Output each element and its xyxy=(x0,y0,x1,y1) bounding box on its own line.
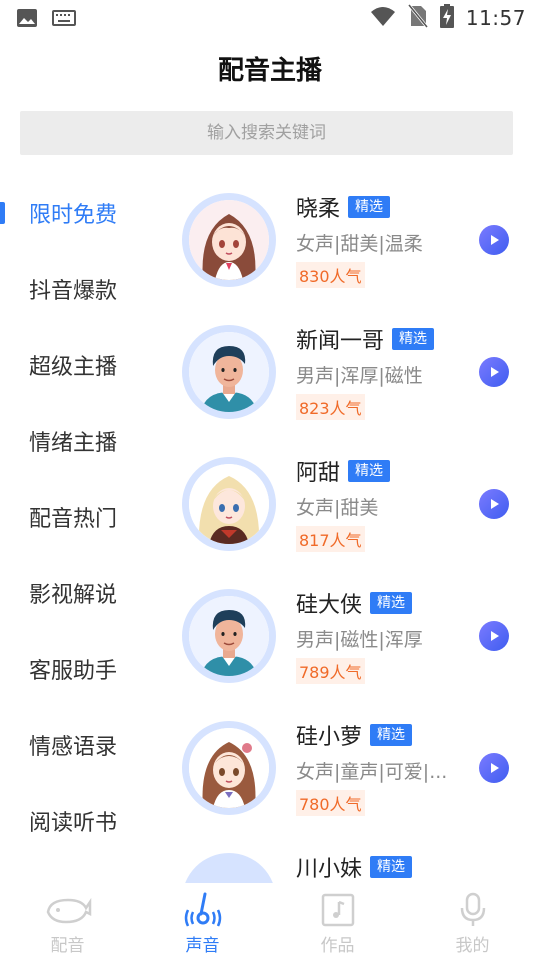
popularity-badge: 780人气 xyxy=(296,790,365,816)
sound-wave-icon xyxy=(183,891,223,929)
popularity-badge: 789人气 xyxy=(296,658,365,684)
battery-charging-icon xyxy=(439,4,454,32)
anchor-name: 晓柔 xyxy=(296,197,341,222)
sidebar-item-emotion-anchor[interactable]: 情绪主播 xyxy=(0,403,170,479)
featured-badge: 精选 xyxy=(370,856,413,878)
featured-badge: 精选 xyxy=(348,196,391,218)
anime-girl-blonde-avatar xyxy=(189,464,269,544)
sidebar-item-label: 限时免费 xyxy=(29,203,118,228)
sidebar-item-limited-free[interactable]: 限时免费 xyxy=(0,175,170,251)
play-icon xyxy=(491,235,499,245)
status-bar: 11:57 xyxy=(0,0,540,36)
tab-dubbing[interactable]: 配音 xyxy=(0,883,135,960)
popularity-badge: 823人气 xyxy=(296,394,365,420)
tab-label: 声音 xyxy=(185,936,220,956)
anchor-name: 硅小萝 xyxy=(296,725,363,750)
play-icon xyxy=(491,631,499,641)
anchor-voice-tags: 男声|磁性|浑厚 xyxy=(296,629,423,651)
avatar[interactable] xyxy=(182,325,276,419)
sidebar-item-douyin-hits[interactable]: 抖音爆款 xyxy=(0,251,170,327)
avatar[interactable] xyxy=(182,457,276,551)
tab-voice[interactable]: 声音 xyxy=(135,883,270,960)
sidebar-item-label: 配音热门 xyxy=(29,507,118,532)
avatar[interactable] xyxy=(182,721,276,815)
popularity-badge: 830人气 xyxy=(296,262,365,288)
avatar[interactable] xyxy=(182,193,276,287)
sidebar-item-dubbing-hot[interactable]: 配音热门 xyxy=(0,479,170,555)
play-button[interactable] xyxy=(479,357,509,387)
list-item[interactable]: 晓柔 精选 女声|甜美|温柔 830人气 xyxy=(170,175,540,307)
list-item[interactable]: 阿甜 精选 女声|甜美 817人气 xyxy=(170,439,540,571)
anchor-voice-tags: 女声|甜美|温柔 xyxy=(296,233,423,255)
play-icon xyxy=(491,367,499,377)
avatar[interactable] xyxy=(182,589,276,683)
tab-label: 作品 xyxy=(320,936,355,956)
tab-mine[interactable]: 我的 xyxy=(405,883,540,960)
play-icon xyxy=(491,499,499,509)
microphone-icon xyxy=(458,891,488,929)
image-icon xyxy=(16,8,38,32)
avatar[interactable] xyxy=(182,853,276,883)
anchor-name: 新闻一哥 xyxy=(296,329,385,354)
search-bar[interactable] xyxy=(20,111,513,155)
featured-badge: 精选 xyxy=(370,592,413,614)
keyboard-icon xyxy=(52,10,76,30)
list-item[interactable]: 新闻一哥 精选 男声|浑厚|磁性 823人气 xyxy=(170,307,540,439)
sidebar-item-label: 客服助手 xyxy=(29,659,118,684)
document-music-icon xyxy=(320,891,356,929)
sidebar-item-label: 情感语录 xyxy=(29,735,118,760)
search-input[interactable] xyxy=(20,111,513,155)
anchor-voice-tags: 女声|甜美 xyxy=(296,497,379,519)
tab-works[interactable]: 作品 xyxy=(270,883,405,960)
avatar-placeholder xyxy=(189,860,269,883)
anime-girl-child-avatar xyxy=(189,728,269,808)
page-title: 配音主播 xyxy=(217,56,322,86)
play-icon xyxy=(491,763,499,773)
featured-badge: 精选 xyxy=(370,724,413,746)
play-button[interactable] xyxy=(479,621,509,651)
no-sim-icon xyxy=(407,4,429,32)
list-item[interactable]: 硅大侠 精选 男声|磁性|浑厚 789人气 xyxy=(170,571,540,703)
play-button[interactable] xyxy=(479,753,509,783)
anime-girl-brown-hair-avatar xyxy=(189,200,269,280)
sidebar-item-label: 情绪主播 xyxy=(29,431,118,456)
sidebar-item-customer-service[interactable]: 客服助手 xyxy=(0,631,170,707)
anchor-name: 阿甜 xyxy=(296,461,341,486)
sidebar-item-emotional-quotes[interactable]: 情感语录 xyxy=(0,707,170,783)
play-button[interactable] xyxy=(479,489,509,519)
bottom-tab-bar: 配音 声音 作品 我的 xyxy=(0,883,540,960)
anchor-name: 硅大侠 xyxy=(296,593,363,618)
cartoon-man-avatar xyxy=(189,596,269,676)
list-item[interactable]: 川小妹 精选 xyxy=(170,835,540,883)
sidebar-item-label: 影视解说 xyxy=(29,583,118,608)
popularity-badge: 817人气 xyxy=(296,526,365,552)
play-button[interactable] xyxy=(479,225,509,255)
tab-label: 配音 xyxy=(50,936,85,956)
status-time: 11:57 xyxy=(465,6,526,30)
anchor-name: 川小妹 xyxy=(296,857,363,882)
list-item[interactable]: 硅小萝 精选 女声|童声|可爱|... 780人气 xyxy=(170,703,540,835)
anchor-voice-tags: 男声|浑厚|磁性 xyxy=(296,365,423,387)
sidebar-item-audiobook[interactable]: 阅读听书 xyxy=(0,783,170,859)
sidebar-item-film-commentary[interactable]: 影视解说 xyxy=(0,555,170,631)
tab-label: 我的 xyxy=(455,936,490,956)
sidebar-item-label: 阅读听书 xyxy=(29,811,118,836)
cartoon-man-avatar xyxy=(189,332,269,412)
whale-icon xyxy=(44,891,92,929)
sidebar-item-label: 抖音爆款 xyxy=(29,279,118,304)
category-sidebar: 限时免费 抖音爆款 超级主播 情绪主播 配音热门 影视解说 客服助手 情感语录 … xyxy=(0,175,170,859)
featured-badge: 精选 xyxy=(392,328,435,350)
sidebar-item-super-anchor[interactable]: 超级主播 xyxy=(0,327,170,403)
sidebar-item-label: 超级主播 xyxy=(29,355,118,380)
wifi-icon xyxy=(370,5,396,31)
featured-badge: 精选 xyxy=(348,460,391,482)
anchor-voice-tags: 女声|童声|可爱|... xyxy=(296,761,448,783)
anchor-list: 晓柔 精选 女声|甜美|温柔 830人气 新闻一哥 精选 男声|浑厚|磁性 82… xyxy=(170,175,540,883)
